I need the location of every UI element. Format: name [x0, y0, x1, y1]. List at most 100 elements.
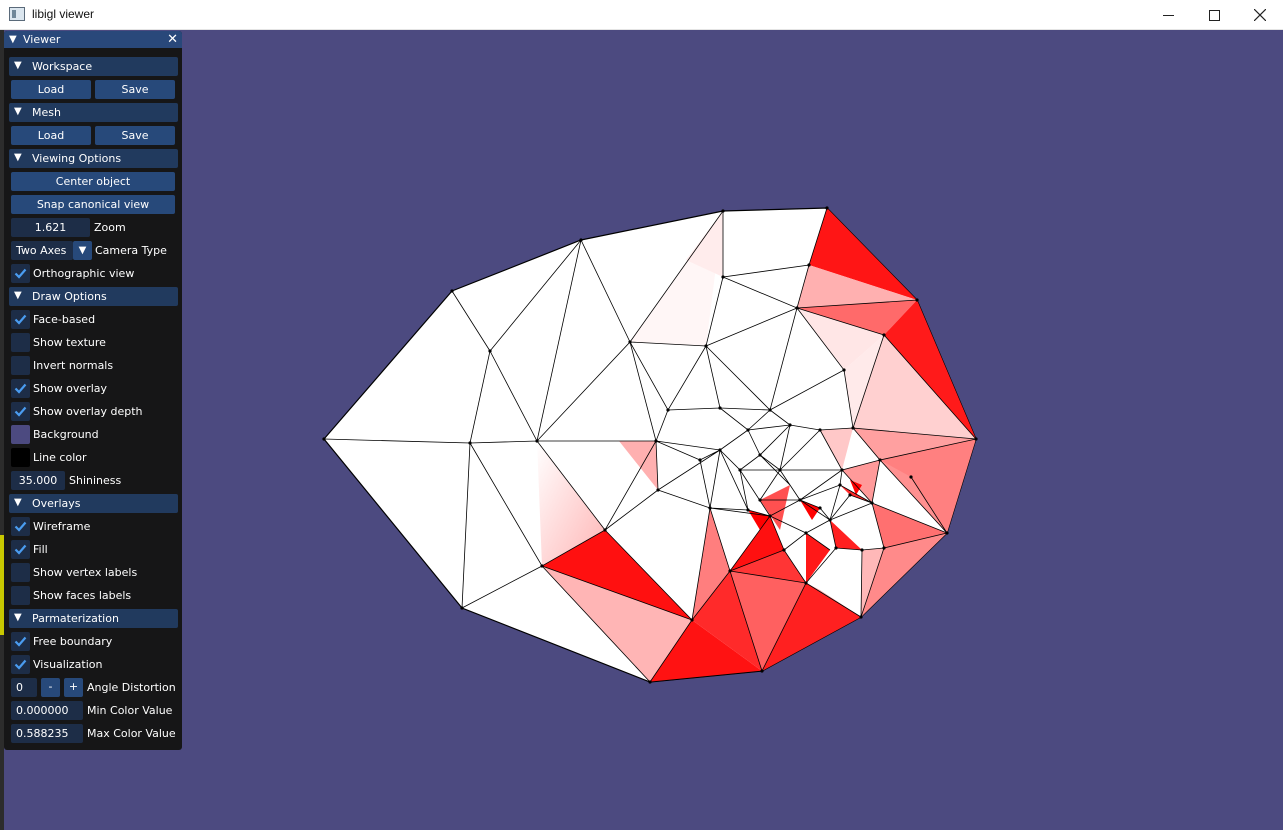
parameterization-header-label: Parmaterization — [32, 612, 119, 625]
background-color-swatch[interactable] — [11, 425, 30, 444]
vertex-labels-row: Show vertex labels — [9, 563, 178, 582]
checkmark-icon — [14, 383, 27, 394]
center-object-row: Center object — [9, 172, 178, 191]
checkmark-icon — [14, 268, 27, 279]
show-texture-label: Show texture — [33, 336, 106, 349]
show-overlay-depth-checkbox[interactable] — [11, 402, 30, 421]
min-color-input[interactable]: 0.000000 — [11, 701, 83, 720]
camera-type-label: Camera Type — [95, 244, 167, 257]
collapse-triangle-icon: ▼ — [14, 60, 22, 71]
mesh-save-button[interactable]: Save — [95, 126, 175, 145]
window-title: libigl viewer — [32, 7, 95, 21]
draw-options-header[interactable]: ▼ Draw Options — [9, 287, 178, 306]
invert-normals-checkbox[interactable] — [11, 356, 30, 375]
checkmark-icon — [14, 406, 27, 417]
close-window-button[interactable] — [1237, 0, 1283, 30]
background-color-row: Background — [9, 425, 178, 444]
background-label: Background — [33, 428, 99, 441]
workspace-header[interactable]: ▼ Workspace — [9, 57, 178, 76]
decrement-button[interactable]: - — [41, 678, 60, 697]
vertex-labels-checkbox[interactable] — [11, 563, 30, 582]
camera-type-row: Two Axes ▼ Camera Type — [9, 241, 178, 260]
chevron-down-icon[interactable]: ▼ — [73, 241, 92, 260]
workspace-buttons: Load Save — [9, 80, 178, 99]
wireframe-checkbox[interactable] — [11, 517, 30, 536]
min-color-label: Min Color Value — [87, 704, 173, 717]
workspace-header-label: Workspace — [32, 60, 93, 73]
checkmark-icon — [14, 659, 27, 670]
snap-view-row: Snap canonical view — [9, 195, 178, 214]
angle-distortion-row: 0 - + Angle Distortion — [9, 678, 178, 697]
show-overlay-row: Show overlay — [9, 379, 178, 398]
zoom-row: 1.621 Zoom — [9, 218, 178, 237]
max-color-input[interactable]: 0.588235 — [11, 724, 83, 743]
face-labels-label: Show faces labels — [33, 589, 132, 602]
maximize-button[interactable] — [1191, 0, 1237, 30]
wireframe-label: Wireframe — [33, 520, 91, 533]
invert-normals-label: Invert normals — [33, 359, 114, 372]
orthographic-label: Orthographic view — [33, 267, 135, 280]
angle-distortion-input[interactable]: 0 — [11, 678, 37, 697]
mesh-header[interactable]: ▼ Mesh — [9, 103, 178, 122]
face-based-label: Face-based — [33, 313, 96, 326]
viewing-options-header[interactable]: ▼ Viewing Options — [9, 149, 178, 168]
viewer-canvas[interactable]: ▼ Viewer ✕ ▼ Workspace Load Save ▼ Mesh … — [0, 30, 1283, 830]
collapse-triangle-icon: ▼ — [14, 497, 22, 508]
camera-type-select[interactable]: Two Axes — [11, 241, 73, 260]
invert-normals-row: Invert normals — [9, 356, 178, 375]
overlays-header[interactable]: ▼ Overlays — [9, 494, 178, 513]
zoom-input[interactable]: 1.621 — [11, 218, 90, 237]
shininess-label: Shininess — [69, 474, 122, 487]
overlays-header-label: Overlays — [32, 497, 81, 510]
fill-row: Fill — [9, 540, 178, 559]
show-texture-checkbox[interactable] — [11, 333, 30, 352]
checkmark-icon — [14, 521, 27, 532]
line-color-swatch[interactable] — [11, 448, 30, 467]
min-color-row: 0.000000 Min Color Value — [9, 701, 178, 720]
angle-distortion-label: Angle Distortion — [87, 681, 176, 694]
checkmark-icon — [14, 636, 27, 647]
max-color-label: Max Color Value — [87, 727, 176, 740]
workspace-save-button[interactable]: Save — [95, 80, 175, 99]
viewer-panel: ▼ Viewer ✕ ▼ Workspace Load Save ▼ Mesh … — [4, 31, 182, 750]
panel-close-icon[interactable]: ✕ — [167, 32, 178, 47]
show-overlay-depth-label: Show overlay depth — [33, 405, 143, 418]
vertex-labels-label: Show vertex labels — [33, 566, 138, 579]
mesh-render — [322, 206, 978, 684]
collapse-triangle-icon: ▼ — [14, 152, 22, 163]
zoom-label: Zoom — [94, 221, 126, 234]
fill-checkbox[interactable] — [11, 540, 30, 559]
face-labels-checkbox[interactable] — [11, 586, 30, 605]
orthographic-checkbox[interactable] — [11, 264, 30, 283]
parameterization-header[interactable]: ▼ Parmaterization — [9, 609, 178, 628]
free-boundary-label: Free boundary — [33, 635, 113, 648]
visualization-checkbox[interactable] — [11, 655, 30, 674]
mesh-load-button[interactable]: Load — [11, 126, 91, 145]
face-based-checkbox[interactable] — [11, 310, 30, 329]
show-overlay-checkbox[interactable] — [11, 379, 30, 398]
visualization-row: Visualization — [9, 655, 178, 674]
mesh-header-label: Mesh — [32, 106, 61, 119]
collapse-triangle-icon: ▼ — [14, 106, 22, 117]
workspace-load-button[interactable]: Load — [11, 80, 91, 99]
collapse-triangle-icon[interactable]: ▼ — [9, 34, 17, 45]
face-based-row: Face-based — [9, 310, 178, 329]
show-texture-row: Show texture — [9, 333, 178, 352]
wireframe-row: Wireframe — [9, 517, 178, 536]
draw-options-header-label: Draw Options — [32, 290, 107, 303]
show-overlay-label: Show overlay — [33, 382, 108, 395]
shininess-input[interactable]: 35.000 — [11, 471, 65, 490]
shininess-row: 35.000 Shininess — [9, 471, 178, 490]
window-titlebar: libigl viewer — [0, 0, 1283, 30]
increment-button[interactable]: + — [64, 678, 83, 697]
minimize-button[interactable] — [1145, 0, 1191, 30]
free-boundary-checkbox[interactable] — [11, 632, 30, 651]
fill-label: Fill — [33, 543, 48, 556]
viewer-panel-titlebar[interactable]: ▼ Viewer ✕ — [4, 31, 182, 48]
snap-canonical-view-button[interactable]: Snap canonical view — [11, 195, 175, 214]
checkmark-icon — [14, 314, 27, 325]
minimize-icon — [1162, 14, 1174, 16]
center-object-button[interactable]: Center object — [11, 172, 175, 191]
orthographic-row: Orthographic view — [9, 264, 178, 283]
line-color-row: Line color — [9, 448, 178, 467]
